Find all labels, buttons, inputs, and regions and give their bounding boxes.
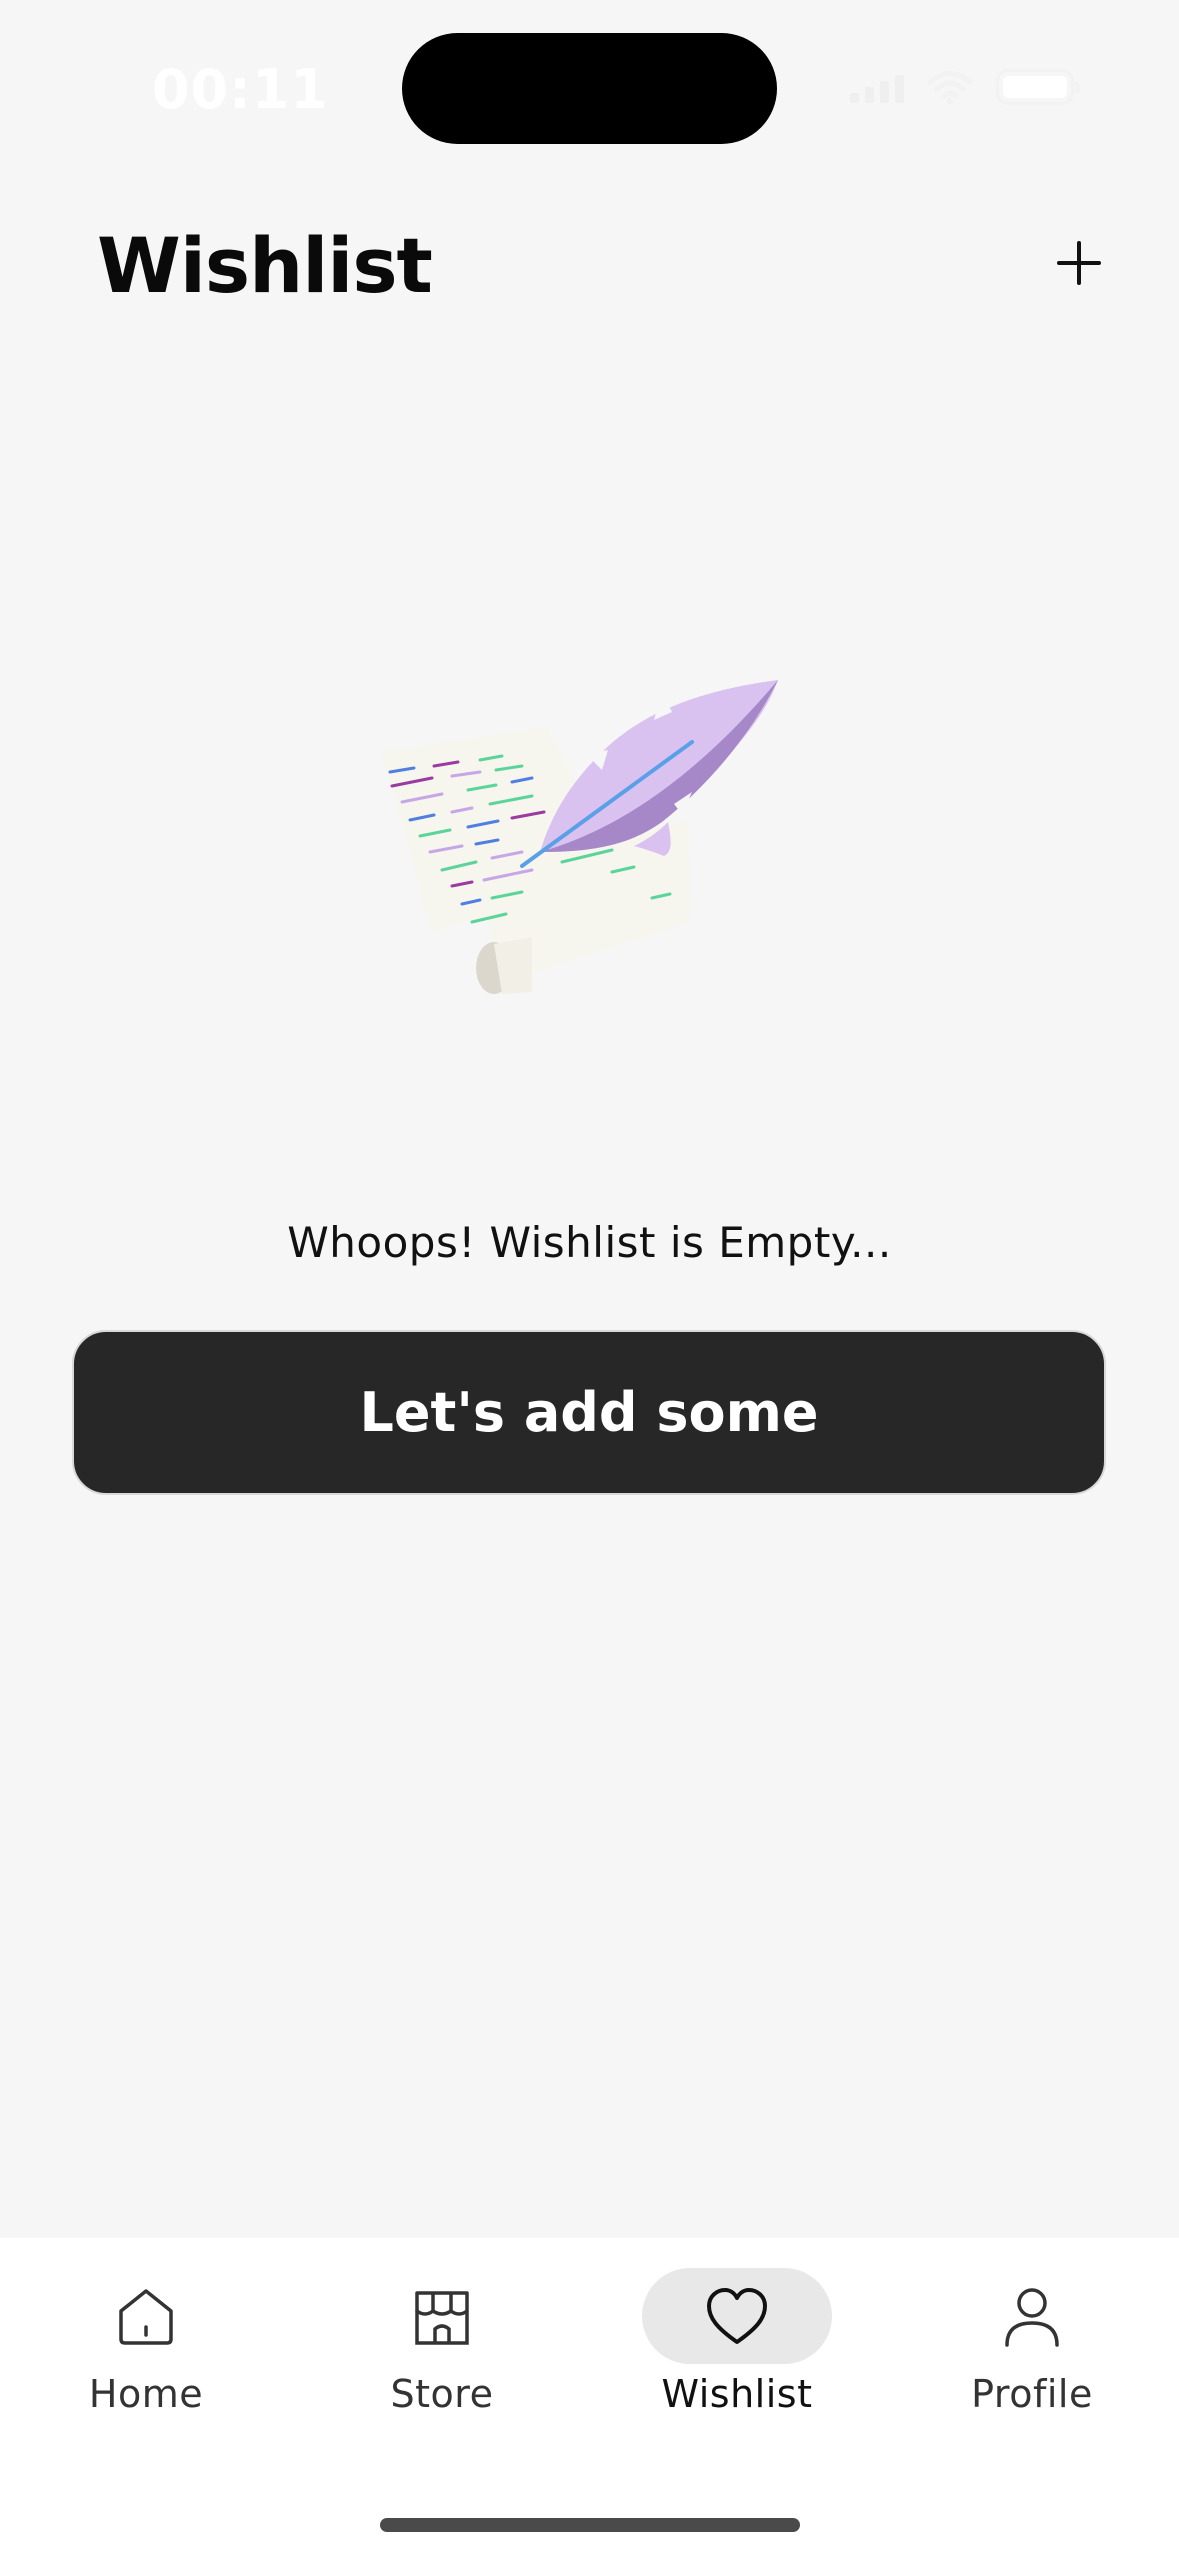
add-wishlist-button[interactable] [1039,223,1119,303]
status-bar: 00:11 [0,0,1179,175]
tab-store[interactable]: Store [332,2268,552,2438]
tab-wishlist[interactable]: Wishlist [627,2268,847,2438]
wifi-icon [927,71,973,105]
user-icon [1005,2288,1059,2347]
status-time: 00:11 [152,58,329,121]
quill-and-scroll-illustration [382,680,778,994]
status-indicators [850,62,1080,112]
tab-label: Profile [971,2372,1093,2416]
heart-icon [707,2288,767,2344]
page-title: Wishlist [97,221,433,310]
plus-icon [1057,241,1101,285]
tab-profile[interactable]: Profile [922,2268,1142,2438]
tab-label: Home [88,2372,204,2416]
battery-icon [996,69,1080,105]
tab-label: Store [390,2372,494,2416]
tab-home[interactable]: Home [36,2268,256,2438]
store-icon [415,2291,469,2345]
home-icon [119,2289,173,2345]
header: Wishlist [0,205,1179,325]
lets-add-some-button[interactable]: Let's add some [72,1330,1106,1495]
home-indicator [380,2518,800,2532]
tab-label: Wishlist [661,2372,813,2416]
bottom-tab-bar: Home Store Wishlist Profile [0,2238,1179,2556]
empty-state-message: Whoops! Wishlist is Empty... [287,1218,892,1267]
cellular-signal-icon [850,71,904,103]
dynamic-island [402,33,777,144]
